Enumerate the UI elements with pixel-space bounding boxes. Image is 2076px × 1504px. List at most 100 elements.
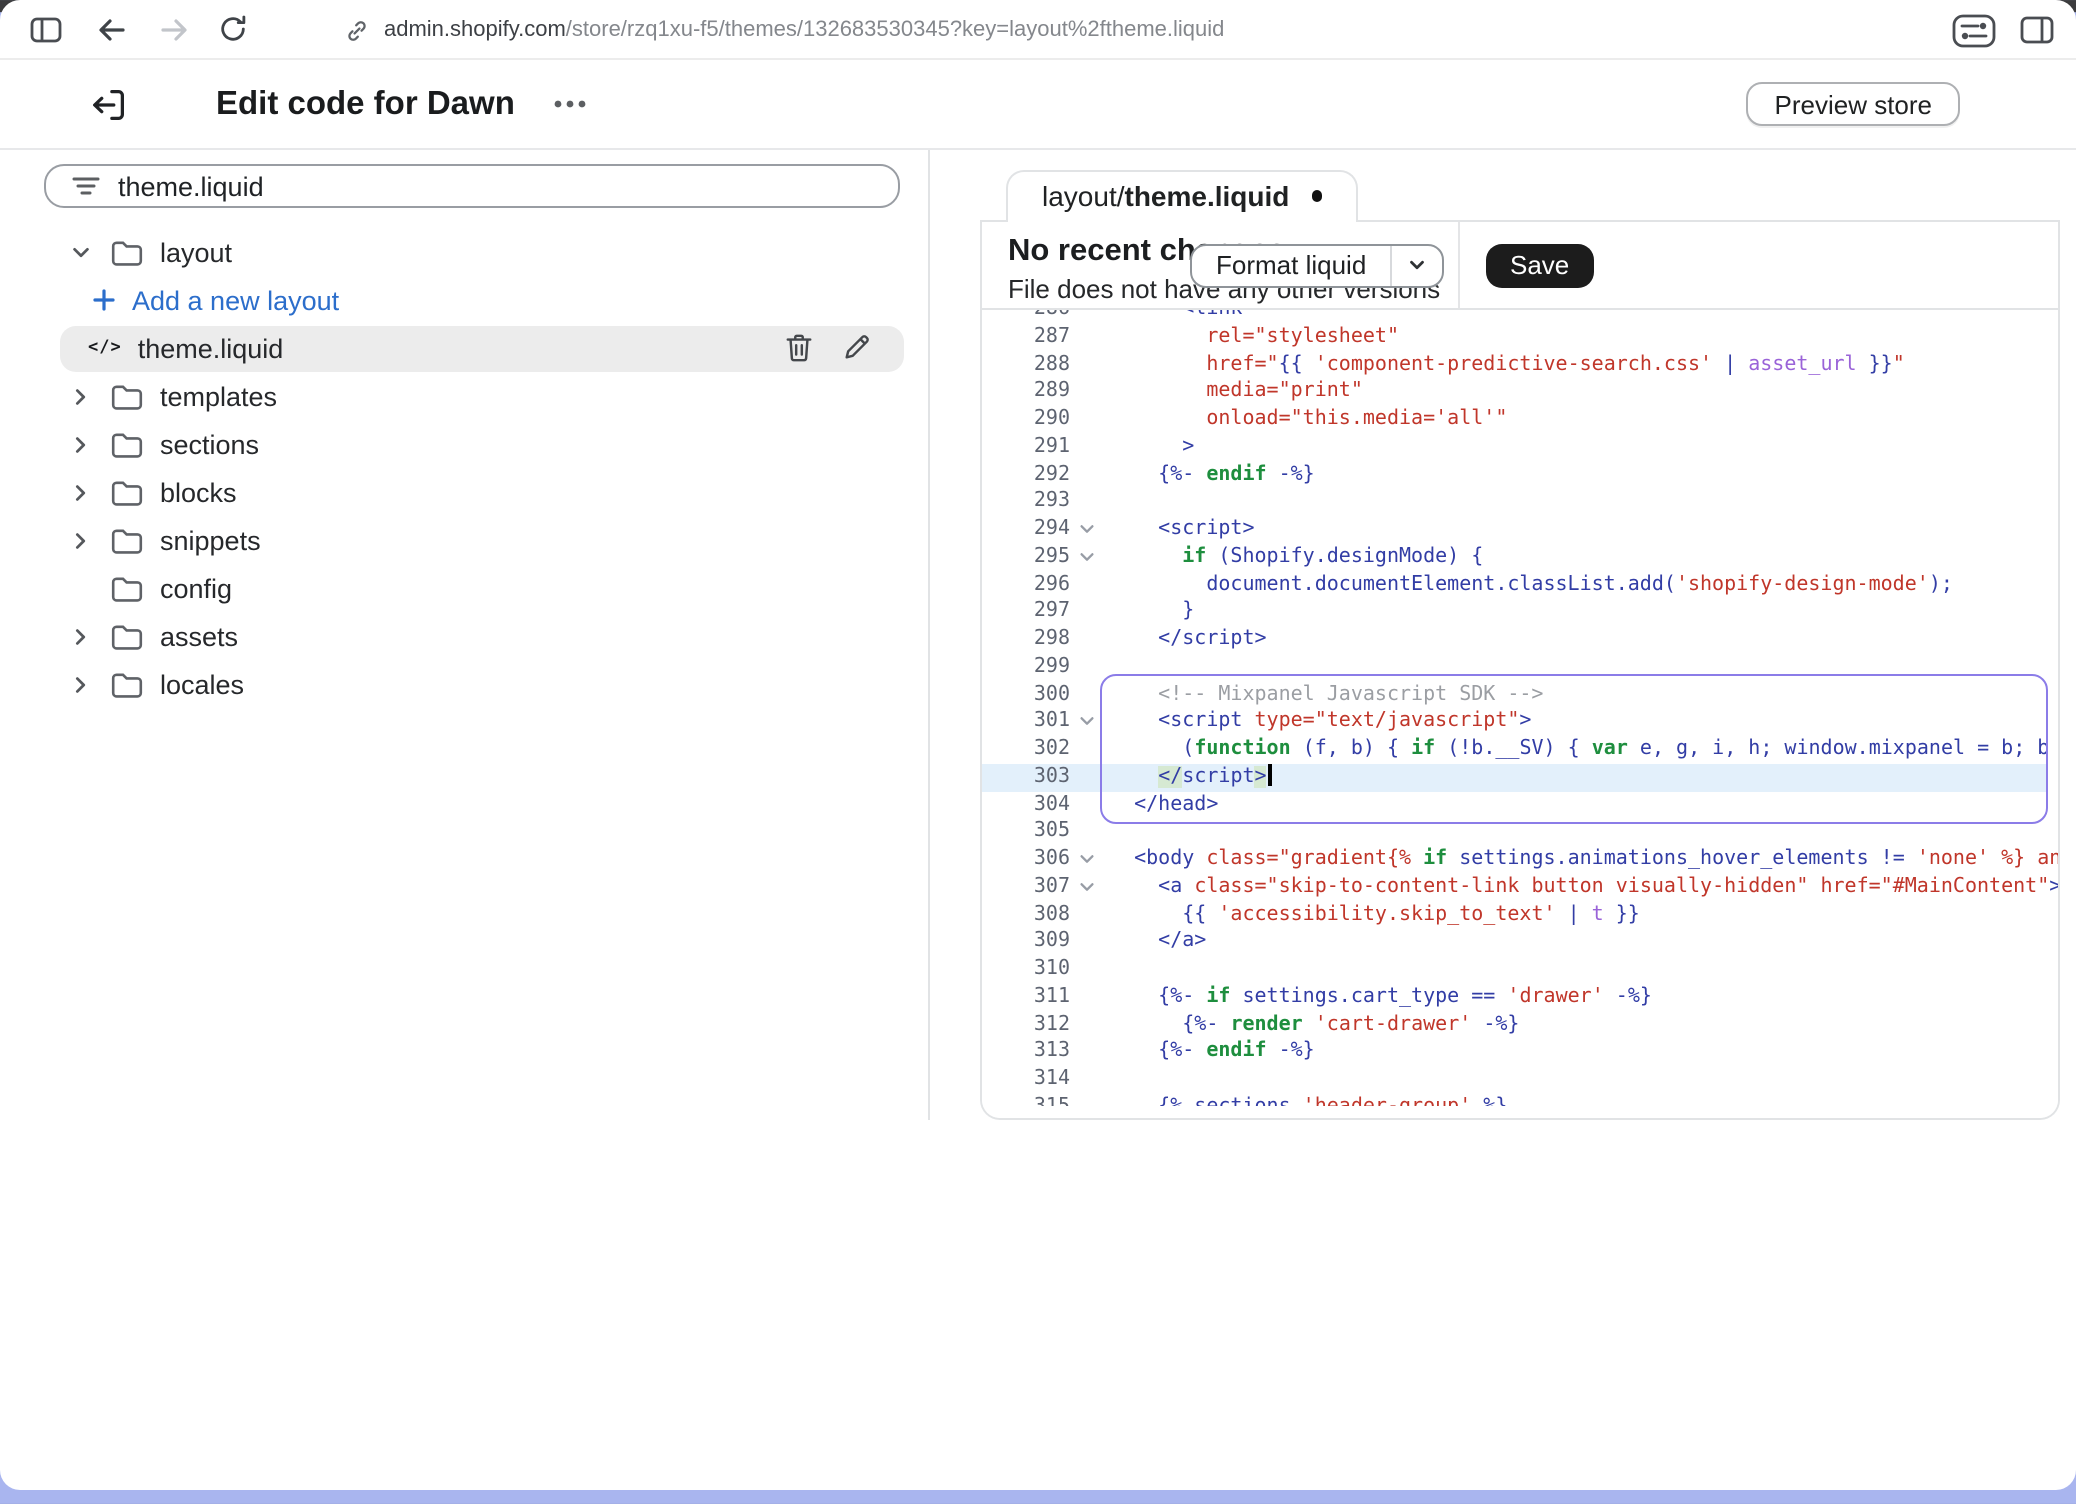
code-line-286[interactable]: 286 <link <box>982 310 2058 324</box>
fold-chevron-icon[interactable] <box>1078 850 1096 868</box>
code-line-307[interactable]: 307 <a class="skip-to-content-link butto… <box>982 874 2058 902</box>
code-line-302[interactable]: 302 (function (f, b) { if (!b.__SV) { va… <box>982 736 2048 764</box>
sidebar-item-assets[interactable]: assets <box>0 612 928 660</box>
code-line-290[interactable]: 290 onload="this.media='all'" <box>982 406 2058 434</box>
url-bar[interactable]: admin.shopify.com/store/rzq1xu-f5/themes… <box>344 0 1224 60</box>
code-line-298[interactable]: 298 </script> <box>982 626 2058 654</box>
sidebar-item-templates[interactable]: templates <box>0 372 928 420</box>
gutter: 288 <box>982 351 1098 379</box>
code-line-311[interactable]: 311 {%- if settings.cart_type == 'drawer… <box>982 984 2058 1012</box>
code-line-309[interactable]: 309 </a> <box>982 929 2058 957</box>
line-number: 307 <box>1034 874 1070 902</box>
code-line-306[interactable]: 306 <body class="gradient{% if settings.… <box>982 846 2058 874</box>
chevron-right-icon[interactable] <box>68 481 92 503</box>
line-number: 308 <box>1034 901 1070 929</box>
editor-statusbar: No recent changes File does not have any… <box>982 221 2058 310</box>
code-line-305[interactable]: 305 <box>982 819 2058 847</box>
code-line-315[interactable]: 315 {% sections 'header-group' %} <box>982 1094 2058 1106</box>
code-line-297[interactable]: 297 } <box>982 599 2058 627</box>
fold-chevron-icon[interactable] <box>1078 713 1096 731</box>
sidebar-item-label: snippets <box>160 525 261 555</box>
chevron-right-icon[interactable] <box>68 673 92 695</box>
sidebar-item-add-a-new-layout[interactable]: Add a new layout <box>0 276 928 324</box>
code-line-313[interactable]: 313 {%- endif -%} <box>982 1039 2058 1067</box>
reload-icon[interactable] <box>218 14 248 44</box>
more-actions-button[interactable] <box>553 98 589 110</box>
sidebar-item-theme-liquid[interactable]: </>theme.liquid <box>0 324 928 372</box>
panel-toggle-icon[interactable] <box>2020 16 2054 44</box>
line-number: 292 <box>1034 461 1070 489</box>
sidebar-item-config[interactable]: config <box>0 564 928 612</box>
line-number: 288 <box>1034 351 1070 379</box>
code-line-289[interactable]: 289 media="print" <box>982 379 2058 407</box>
folder-icon <box>110 237 144 267</box>
sidebar-item-snippets[interactable]: snippets <box>0 516 928 564</box>
chevron-right-icon[interactable] <box>68 433 92 455</box>
code-line-299[interactable]: 299 <box>982 654 2058 682</box>
code-line-294[interactable]: 294 <script> <box>982 516 2058 544</box>
exit-icon[interactable] <box>88 83 130 125</box>
line-number: 290 <box>1034 406 1070 434</box>
code-line-287[interactable]: 287 rel="stylesheet" <box>982 324 2058 352</box>
gutter: 312 <box>982 1011 1098 1039</box>
gutter: 308 <box>982 901 1098 929</box>
code-line-291[interactable]: 291 > <box>982 434 2058 462</box>
gutter: 298 <box>982 626 1098 654</box>
sidebar-item-sections[interactable]: sections <box>0 420 928 468</box>
code-line-308[interactable]: 308 {{ 'accessibility.skip_to_text' | t … <box>982 901 2058 929</box>
fold-chevron-icon[interactable] <box>1078 548 1096 566</box>
line-number: 314 <box>1034 1066 1070 1094</box>
save-button[interactable]: Save <box>1486 243 1593 287</box>
sidebar-item-locales[interactable]: locales <box>0 660 928 708</box>
folder-icon <box>110 525 144 555</box>
selected-file-row[interactable]: </>theme.liquid <box>60 325 904 371</box>
folder-icon <box>110 573 144 603</box>
sidebar-item-label: blocks <box>160 477 237 507</box>
extensions-icon[interactable] <box>1952 13 1996 47</box>
rename-file-icon[interactable] <box>842 332 872 364</box>
format-liquid-label: Format liquid <box>1192 250 1390 280</box>
code-viewport: 286 <link287 rel="stylesheet"288 href="{… <box>982 310 2058 1105</box>
code-line-300[interactable]: 300 <!-- Mixpanel Javascript SDK --> <box>982 681 2058 709</box>
chevron-right-icon[interactable] <box>68 529 92 551</box>
back-icon[interactable] <box>96 15 128 43</box>
code-line-312[interactable]: 312 {%- render 'cart-drawer' -%} <box>982 1011 2058 1039</box>
code-editor[interactable]: 286 <link287 rel="stylesheet"288 href="{… <box>982 310 2058 1118</box>
chevron-down-icon[interactable] <box>68 241 92 263</box>
folder-icon <box>110 621 144 651</box>
line-number: 287 <box>1034 324 1070 352</box>
code-line-292[interactable]: 292 {%- endif -%} <box>982 461 2058 489</box>
unsaved-indicator-dot <box>1311 191 1322 202</box>
sidebar-item-label: templates <box>160 381 277 411</box>
statusbar-divider <box>1458 221 1460 308</box>
preview-store-button[interactable]: Preview store <box>1747 82 1961 126</box>
sidebar-item-blocks[interactable]: blocks <box>0 468 928 516</box>
gutter: 290 <box>982 406 1098 434</box>
sidebar-toggle-icon[interactable] <box>30 15 62 43</box>
chevron-down-icon[interactable] <box>1392 254 1442 276</box>
delete-file-icon[interactable] <box>784 332 814 364</box>
gutter: 305 <box>982 819 1098 847</box>
code-line-296[interactable]: 296 document.documentElement.classList.a… <box>982 571 2058 599</box>
chevron-right-icon[interactable] <box>68 625 92 647</box>
code-line-301[interactable]: 301 <script type="text/javascript"> <box>982 709 2058 737</box>
gutter: 302 <box>982 736 1098 764</box>
code-line-314[interactable]: 314 <box>982 1066 2058 1094</box>
code-line-310[interactable]: 310 <box>982 956 2058 984</box>
code-lines: 286 <link287 rel="stylesheet"288 href="{… <box>982 310 2058 1105</box>
line-number: 293 <box>1034 489 1070 517</box>
fold-chevron-icon[interactable] <box>1078 878 1096 896</box>
code-line-303[interactable]: 303 </script> <box>982 764 2058 792</box>
url-path: /store/rzq1xu-f5/themes/132683530345?key… <box>566 18 1225 42</box>
code-line-293[interactable]: 293 <box>982 489 2058 517</box>
file-filter-input[interactable]: theme.liquid <box>44 164 900 208</box>
fold-chevron-icon[interactable] <box>1078 520 1096 538</box>
code-line-304[interactable]: 304 </head> <box>982 791 2058 819</box>
code-line-295[interactable]: 295 if (Shopify.designMode) { <box>982 544 2058 572</box>
filter-icon <box>72 174 100 198</box>
chevron-right-icon[interactable] <box>68 385 92 407</box>
tab-theme-liquid[interactable]: layout/theme.liquid <box>1006 169 1358 221</box>
format-liquid-button[interactable]: Format liquid <box>1190 243 1444 287</box>
code-line-288[interactable]: 288 href="{{ 'component-predictive-searc… <box>982 351 2058 379</box>
sidebar-item-layout[interactable]: layout <box>0 228 928 276</box>
